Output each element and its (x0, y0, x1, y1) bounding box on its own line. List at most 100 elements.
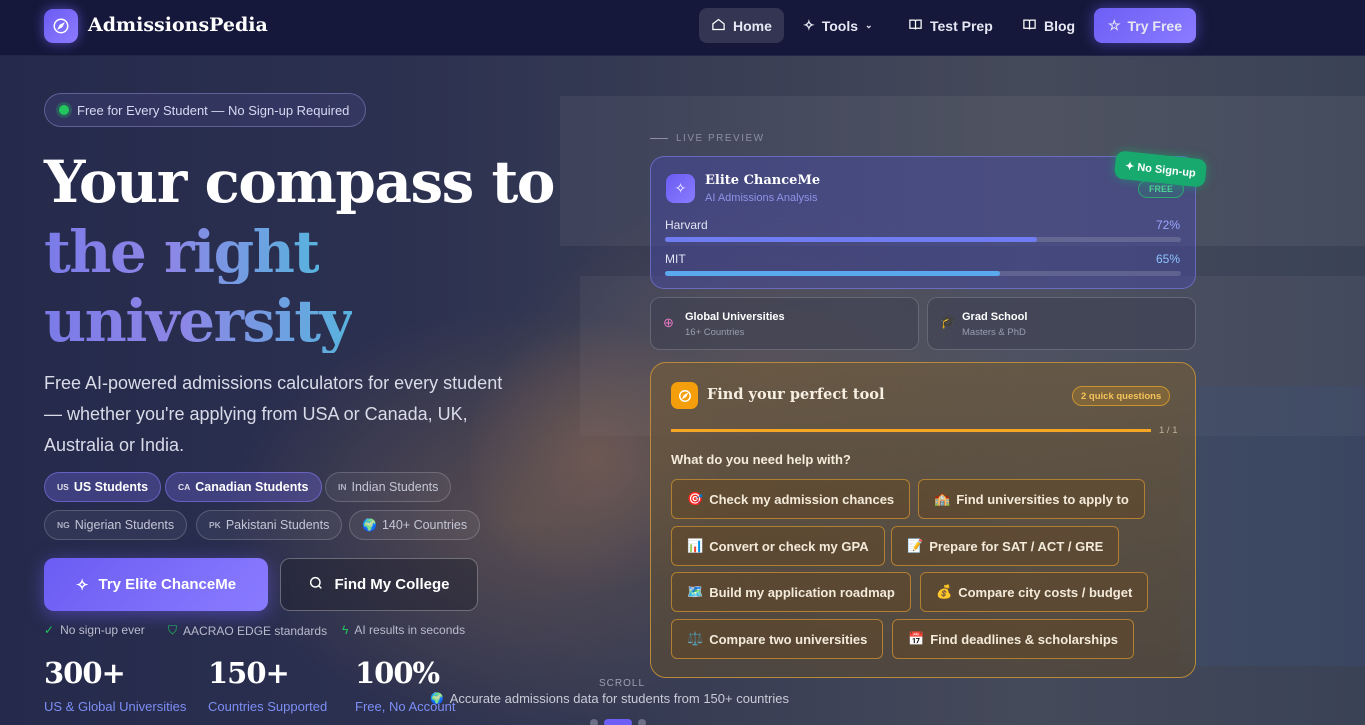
mini-subtitle: 16+ Countries (685, 327, 745, 338)
shield-icon: ⛉ (168, 623, 178, 637)
option-label: Convert or check my GPA (709, 538, 869, 554)
carousel-dot[interactable] (638, 719, 646, 725)
audience-us[interactable]: US US Students (44, 472, 162, 502)
global-universities-card[interactable]: ⊕ Global Universities 16+ Countries (650, 297, 919, 350)
carousel-dot[interactable] (590, 719, 598, 725)
audience-nigeria[interactable]: NG Nigerian Students (44, 510, 188, 540)
finder-step: 1 / 1 (1159, 425, 1178, 436)
ticker: 🌍 Accurate admissions data for students … (430, 691, 789, 706)
option-check-admission-chances[interactable]: 🎯 Check my admission chances (671, 479, 911, 519)
option-label: Find universities to apply to (956, 491, 1129, 507)
brand-name[interactable]: AdmissionsPedia (88, 14, 268, 36)
scroll-indicator: SCROLL (599, 678, 646, 689)
hero-title-line3: university (44, 287, 353, 355)
audience-pakistan[interactable]: PK Pakistani Students (196, 510, 343, 540)
star-icon: ☆ (1107, 17, 1121, 33)
option-test-prep[interactable]: 📝 Prepare for SAT / ACT / GRE (891, 526, 1120, 566)
nav-test-prep[interactable]: Test Prep (896, 8, 1005, 43)
sparkle-icon: ✧ (666, 174, 695, 203)
audience-label: Canadian Students (195, 480, 309, 494)
chart-icon: 📊 (687, 538, 704, 553)
trust-item: ⛉ AACRAO EDGE standards (168, 623, 327, 638)
school-name: MIT (665, 252, 686, 266)
school-pct: 65% (1155, 252, 1180, 266)
book-icon (908, 17, 923, 35)
nav-blog[interactable]: Blog (1010, 8, 1087, 43)
progress-track (665, 237, 1181, 242)
mini-title: Grad School (962, 311, 1028, 323)
chanceme-preview-card[interactable]: ✧ Elite ChanceMe AI Admissions Analysis … (650, 156, 1196, 289)
mini-subtitle: Masters & PhD (962, 327, 1026, 338)
target-icon: 🎯 (687, 491, 704, 506)
nav-blog-label: Blog (1044, 17, 1076, 34)
hero-description: Free AI-powered admissions calculators f… (44, 373, 503, 455)
free-badge-text: Free for Every Student — No Sign-up Requ… (77, 102, 350, 118)
audience-label: 140+ Countries (381, 518, 468, 532)
option-find-universities[interactable]: 🏫 Find universities to apply to (918, 479, 1145, 519)
trust-item: ϟ AI results in seconds (342, 623, 465, 637)
flag-in-icon: IN (338, 482, 347, 492)
carousel-dots (590, 719, 646, 725)
sparkle-icon: ✧ (803, 17, 815, 33)
ticker-text: Accurate admissions data for students fr… (449, 691, 789, 706)
audience-label: Pakistani Students (225, 518, 330, 532)
option-label: Compare two universities (709, 631, 868, 647)
finder-title: Find your perfect tool (707, 386, 885, 403)
flag-pk-icon: PK (209, 520, 221, 530)
option-label: Find deadlines & scholarships (930, 631, 1119, 647)
globe-icon: 🌍 (430, 693, 444, 705)
try-elite-chanceme-button[interactable]: ✧ Try Elite ChanceMe (44, 558, 268, 611)
option-label: Check my admission chances (709, 491, 895, 507)
card-subtitle: AI Admissions Analysis (705, 192, 818, 204)
finder-badge: 2 quick questions (1072, 386, 1171, 406)
home-icon (711, 17, 726, 35)
search-icon (308, 575, 324, 595)
compass-icon (671, 382, 698, 409)
flag-ng-icon: NG (57, 520, 70, 530)
option-deadlines[interactable]: 📅 Find deadlines & scholarships (892, 619, 1135, 659)
audience-india[interactable]: IN Indian Students (325, 472, 452, 502)
school-pct: 72% (1155, 218, 1180, 232)
audience-label: Nigerian Students (74, 518, 175, 532)
trust-text: No sign-up ever (60, 623, 145, 637)
flag-us-icon: US (57, 482, 69, 492)
chevron-down-icon: ⌄ (865, 20, 873, 30)
carousel-dot-active[interactable] (604, 719, 632, 725)
audience-label: US Students (73, 480, 149, 494)
school-name: Harvard (665, 218, 708, 232)
live-preview-text: LIVE PREVIEW (676, 133, 765, 144)
grad-cap-icon: 🎓 (940, 314, 957, 329)
nav-home[interactable]: Home (699, 8, 784, 43)
option-city-costs[interactable]: 💰 Compare city costs / budget (920, 572, 1149, 612)
audience-countries[interactable]: 🌍 140+ Countries (349, 510, 481, 540)
primary-cta-label: Try Elite ChanceMe (98, 576, 237, 593)
mini-title: Global Universities (685, 311, 785, 323)
nav-tools[interactable]: ✧ Tools ⌄ (791, 8, 885, 43)
nav-test-prep-label: Test Prep (930, 17, 993, 34)
hero-title-line2: the right (44, 218, 320, 286)
try-free-button[interactable]: ☆ Try Free (1094, 8, 1196, 43)
money-bag-icon: 💰 (936, 584, 953, 599)
school-icon: 🏫 (934, 491, 951, 506)
scales-icon: ⚖️ (687, 631, 704, 646)
nav-home-label: Home (733, 17, 772, 34)
trust-text: AACRAO EDGE standards (183, 623, 328, 638)
option-compare-universities[interactable]: ⚖️ Compare two universities (671, 619, 884, 659)
trust-text: AI results in seconds (354, 623, 466, 637)
calendar-icon: 📅 (908, 631, 925, 646)
sparkle-icon: ✧ (75, 576, 89, 594)
stat-value: 100% (355, 656, 440, 690)
grad-school-card[interactable]: 🎓 Grad School Masters & PhD (927, 297, 1196, 350)
find-my-college-button[interactable]: Find My College (280, 558, 478, 611)
lightning-icon: ϟ (342, 623, 349, 637)
option-roadmap[interactable]: 🗺️ Build my application roadmap (671, 572, 911, 612)
hero-title-line1: Your compass to (44, 148, 555, 216)
stat-value: 300+ (44, 656, 126, 690)
trust-item: ✓ No sign-up ever (44, 623, 145, 637)
secondary-cta-label: Find My College (334, 576, 450, 593)
stat-label: US & Global Universities (44, 699, 187, 714)
option-gpa[interactable]: 📊 Convert or check my GPA (671, 526, 885, 566)
audience-canada[interactable]: CA Canadian Students (165, 472, 322, 502)
audience-label: Indian Students (351, 480, 439, 494)
compass-icon[interactable] (44, 9, 78, 43)
